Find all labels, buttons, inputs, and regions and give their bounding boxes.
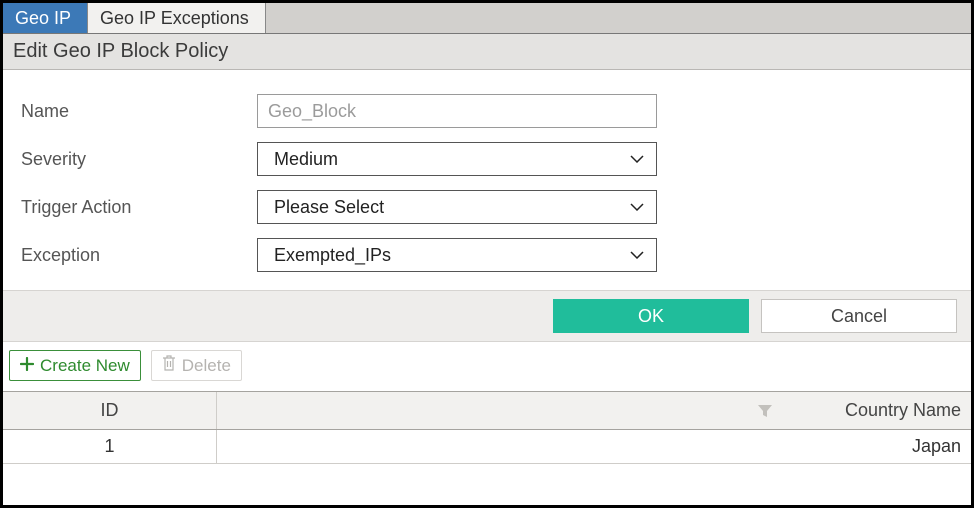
plus-icon: [20, 356, 34, 376]
row-trigger: Trigger Action Please Select: [21, 190, 953, 224]
ok-button-label: OK: [638, 306, 664, 327]
trigger-value: Please Select: [274, 197, 384, 218]
header-id-label: ID: [101, 400, 119, 421]
chevron-down-icon: [630, 251, 644, 259]
label-severity: Severity: [21, 149, 257, 170]
page-title: Edit Geo IP Block Policy: [13, 40, 228, 62]
cell-id-value: 1: [104, 436, 114, 457]
exception-value: Exempted_IPs: [274, 245, 391, 266]
chevron-down-icon: [630, 203, 644, 211]
page-title-bar: Edit Geo IP Block Policy: [3, 34, 971, 70]
create-new-button[interactable]: Create New: [9, 350, 141, 381]
delete-label: Delete: [182, 356, 231, 376]
tab-geo-ip[interactable]: Geo IP: [3, 3, 88, 33]
tab-filler: [266, 3, 971, 33]
label-exception: Exception: [21, 245, 257, 266]
trigger-select[interactable]: Please Select: [257, 190, 657, 224]
button-bar: OK Cancel: [3, 290, 971, 342]
tab-geo-ip-exceptions[interactable]: Geo IP Exceptions: [88, 3, 266, 33]
chevron-down-icon: [630, 155, 644, 163]
table-row[interactable]: 1 Japan: [3, 430, 971, 464]
row-severity: Severity Medium: [21, 142, 953, 176]
cell-id: 1: [3, 430, 217, 463]
cancel-button[interactable]: Cancel: [761, 299, 957, 333]
trash-icon: [162, 355, 176, 376]
create-new-label: Create New: [40, 356, 130, 376]
ok-button[interactable]: OK: [553, 299, 749, 333]
row-exception: Exception Exempted_IPs: [21, 238, 953, 272]
form-area: Name Severity Medium Trigger Action Plea…: [3, 70, 971, 290]
severity-value: Medium: [274, 149, 338, 170]
tab-geo-ip-exceptions-label: Geo IP Exceptions: [100, 8, 249, 29]
label-trigger: Trigger Action: [21, 197, 257, 218]
header-country[interactable]: Country Name: [217, 392, 971, 429]
app-window: Geo IP Geo IP Exceptions Edit Geo IP Blo…: [0, 0, 974, 508]
tab-geo-ip-label: Geo IP: [15, 8, 71, 29]
cancel-button-label: Cancel: [831, 306, 887, 327]
name-input[interactable]: [257, 94, 657, 128]
country-table: ID Country Name 1 Japan: [3, 391, 971, 464]
header-id[interactable]: ID: [3, 392, 217, 429]
severity-select[interactable]: Medium: [257, 142, 657, 176]
exception-select[interactable]: Exempted_IPs: [257, 238, 657, 272]
table-header: ID Country Name: [3, 392, 971, 430]
table-toolbar: Create New Delete: [3, 342, 971, 391]
row-name: Name: [21, 94, 953, 128]
delete-button[interactable]: Delete: [151, 350, 242, 381]
cell-country-value: Japan: [912, 436, 961, 457]
filter-icon[interactable]: [757, 403, 773, 419]
label-name: Name: [21, 101, 257, 122]
cell-country: Japan: [217, 430, 971, 463]
header-country-label: Country Name: [845, 400, 961, 421]
tab-bar: Geo IP Geo IP Exceptions: [3, 3, 971, 34]
